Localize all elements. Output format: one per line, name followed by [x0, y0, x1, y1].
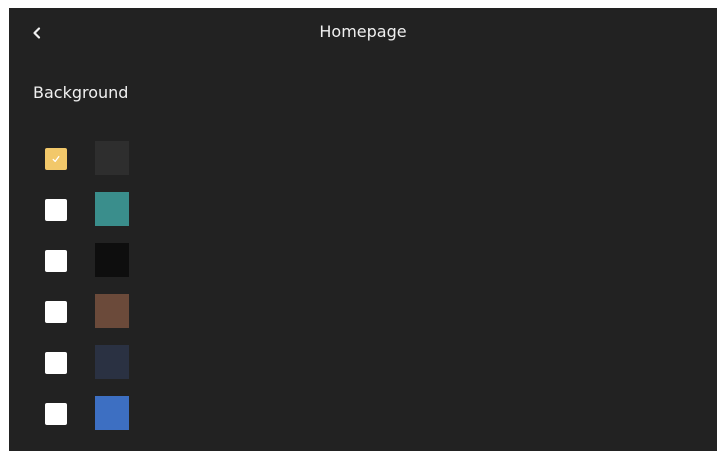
color-checkbox[interactable] — [45, 301, 67, 323]
color-checkbox[interactable] — [45, 403, 67, 425]
page-title: Homepage — [319, 22, 407, 41]
background-section-label: Background — [33, 83, 129, 102]
color-checkbox[interactable] — [45, 199, 67, 221]
color-checkbox[interactable] — [45, 148, 67, 170]
color-swatch[interactable] — [95, 396, 129, 430]
color-swatch[interactable] — [95, 141, 129, 175]
color-option-brown[interactable] — [39, 294, 159, 328]
color-option-black[interactable] — [39, 243, 159, 277]
color-checkbox[interactable] — [45, 250, 67, 272]
homepage-settings-screen: Homepage Background — [9, 8, 717, 451]
color-swatch[interactable] — [95, 294, 129, 328]
color-option-navy[interactable] — [39, 345, 159, 379]
color-swatch[interactable] — [95, 345, 129, 379]
color-checkbox[interactable] — [45, 352, 67, 374]
color-swatch[interactable] — [95, 192, 129, 226]
checkmark-icon — [52, 155, 60, 163]
top-bar: Homepage — [9, 8, 717, 56]
color-option-blue[interactable] — [39, 396, 159, 430]
color-option-teal[interactable] — [39, 192, 159, 226]
color-swatch[interactable] — [95, 243, 129, 277]
color-option-dark-gray[interactable] — [39, 141, 159, 175]
